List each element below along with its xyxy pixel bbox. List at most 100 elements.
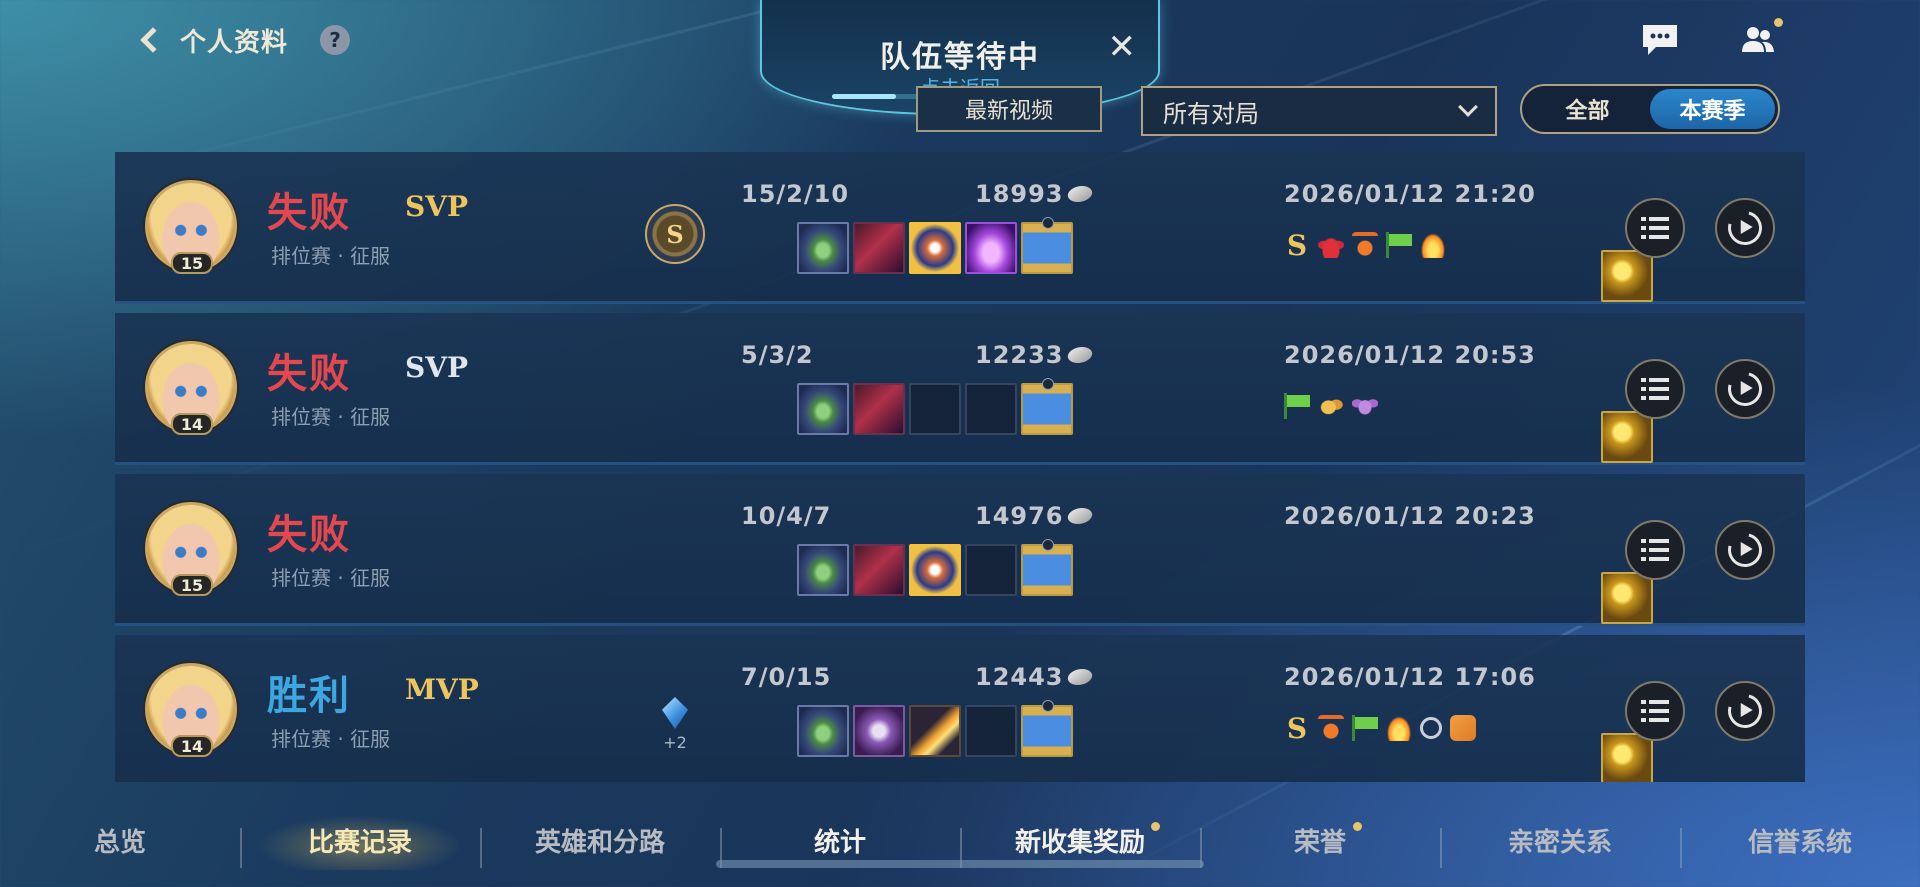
match-details-button[interactable] <box>1625 198 1685 258</box>
replay-button[interactable] <box>1715 520 1775 580</box>
s-tag-icon: S <box>1286 711 1308 745</box>
tab-label: 比赛记录 <box>307 827 412 858</box>
gold-earned: 12443 <box>975 663 1094 691</box>
flag-tag-icon <box>1386 232 1412 258</box>
item-slot-bracelet[interactable] <box>797 222 849 274</box>
coin-icon <box>1065 508 1094 524</box>
item-slot-gold[interactable] <box>1601 411 1653 463</box>
item-slot-gold[interactable] <box>1601 733 1653 782</box>
item-slot-lance[interactable] <box>853 705 905 757</box>
s-rank-medal-icon: S <box>645 204 705 264</box>
coin-icon <box>1065 186 1094 202</box>
tab-5[interactable]: 荣誉 <box>1200 810 1440 870</box>
help-icon[interactable]: ? <box>320 25 351 55</box>
replay-icon <box>1721 687 1769 735</box>
tab-2[interactable]: 英雄和分路 <box>480 810 720 870</box>
replay-button[interactable] <box>1715 198 1775 258</box>
match-row[interactable]: 15 失败 SVP 排位赛 · 征服 S 15/2/10 18993 2026/01/12 2… <box>115 152 1805 304</box>
item-build <box>741 217 1653 302</box>
star-gem-bonus: +2 <box>655 697 695 752</box>
tab-7[interactable]: 信誉系统 <box>1680 810 1920 870</box>
tab-label: 新收集奖励 <box>1014 827 1145 858</box>
item-slot-empty[interactable] <box>965 544 1017 596</box>
tab-label: 荣誉 <box>1293 827 1346 858</box>
flag-tag-icon <box>1284 393 1310 419</box>
item-marker-icon <box>1042 539 1054 551</box>
tab-label: 英雄和分路 <box>534 827 665 858</box>
hero-level-badge: 15 <box>171 252 213 274</box>
gold-value: 12233 <box>975 341 1064 369</box>
match-result: 胜利 <box>267 673 351 719</box>
tab-6[interactable]: 亲密关系 <box>1440 810 1680 870</box>
match-row[interactable]: 15 失败 排位赛 · 征服 10/4/7 14976 2026/01/12 20:23 <box>115 474 1805 626</box>
replay-button[interactable] <box>1715 681 1775 741</box>
season-toggle[interactable]: 全部 本赛季 <box>1520 84 1780 134</box>
item-slot-hat[interactable] <box>853 222 905 274</box>
hero-level-badge: 14 <box>171 413 213 435</box>
match-mode: 排位赛 · 征服 <box>271 405 391 429</box>
tab-divider <box>480 828 482 868</box>
match-details-button[interactable] <box>1625 681 1685 741</box>
match-date: 2026/01/12 20:53 <box>1284 341 1536 369</box>
item-slot-empty[interactable] <box>965 705 1017 757</box>
latest-video-button[interactable]: 最新视频 <box>916 86 1102 132</box>
match-history-list[interactable]: 15 失败 SVP 排位赛 · 征服 S 15/2/10 18993 2026/01/12 2… <box>115 152 1805 782</box>
filter-value: 所有对局 <box>1163 99 1259 128</box>
notification-dot <box>1151 822 1160 831</box>
item-slot-hat[interactable] <box>853 383 905 435</box>
tab-label: 统计 <box>813 827 866 858</box>
chevron-left-icon <box>140 27 166 53</box>
item-slot-torch[interactable] <box>909 705 961 757</box>
tab-1[interactable]: 比赛记录 <box>240 810 480 870</box>
replay-button[interactable] <box>1715 359 1775 419</box>
match-row[interactable]: 14 胜利 MVP 排位赛 · 征服 +2 7/0/15 12443 2026/01/12 1… <box>115 635 1805 782</box>
kda-stats: 5/3/2 <box>741 341 814 369</box>
replay-icon <box>1721 204 1769 252</box>
list-icon <box>1641 217 1669 239</box>
item-slot-hourglass[interactable] <box>1021 378 1073 435</box>
item-slot-hourglass[interactable] <box>1021 539 1073 596</box>
item-slot-hat[interactable] <box>853 544 905 596</box>
item-slot-gold[interactable] <box>1601 250 1653 302</box>
match-filter-select[interactable]: 所有对局 <box>1141 86 1497 136</box>
notification-dot <box>1774 18 1783 27</box>
season-option-current[interactable]: 本赛季 <box>1650 89 1775 129</box>
match-details-button[interactable] <box>1625 520 1685 580</box>
match-result: 失败 <box>267 190 351 236</box>
item-slot-bracelet[interactable] <box>797 383 849 435</box>
play-icon <box>1740 381 1753 396</box>
replay-icon <box>1721 526 1769 574</box>
item-slot-hourglass[interactable] <box>1021 217 1073 274</box>
match-details-button[interactable] <box>1625 359 1685 419</box>
item-build <box>741 539 1653 624</box>
item-slot-bracelet[interactable] <box>797 705 849 757</box>
tab-0[interactable]: 总览 <box>0 810 240 870</box>
item-slot-bracelet[interactable] <box>797 544 849 596</box>
item-slot-orb[interactable] <box>909 222 961 274</box>
chat-bubble-icon[interactable] <box>1640 22 1680 58</box>
friends-icon[interactable] <box>1738 18 1783 58</box>
s-tag-icon: S <box>1286 228 1308 262</box>
tab-label: 亲密关系 <box>1507 827 1612 858</box>
leaf-tag-icon <box>1318 393 1344 419</box>
item-slot-empty[interactable] <box>965 383 1017 435</box>
item-marker-icon <box>1042 700 1054 712</box>
play-icon <box>1740 542 1753 557</box>
chevron-down-icon <box>1458 97 1478 117</box>
item-slot-gold[interactable] <box>1601 572 1653 624</box>
item-slot-book[interactable] <box>965 222 1017 274</box>
match-result: 失败 <box>267 351 351 397</box>
kda-stats: 10/4/7 <box>741 502 832 530</box>
item-slot-orb[interactable] <box>909 544 961 596</box>
item-slot-empty[interactable] <box>909 383 961 435</box>
season-option-all[interactable]: 全部 <box>1525 89 1650 129</box>
replay-icon <box>1721 365 1769 413</box>
honor-badge: SVP <box>405 190 468 223</box>
fire-tag-icon <box>1420 232 1446 258</box>
back-button[interactable]: 个人资料 ? <box>136 18 351 62</box>
match-row[interactable]: 14 失败 SVP 排位赛 · 征服 5/3/2 12233 2026/01/12 20:5… <box>115 313 1805 465</box>
item-slot-hourglass[interactable] <box>1021 700 1073 757</box>
crown-tag-icon <box>1352 232 1378 258</box>
list-icon <box>1641 378 1669 400</box>
close-icon[interactable]: ✕ <box>1108 30 1137 64</box>
